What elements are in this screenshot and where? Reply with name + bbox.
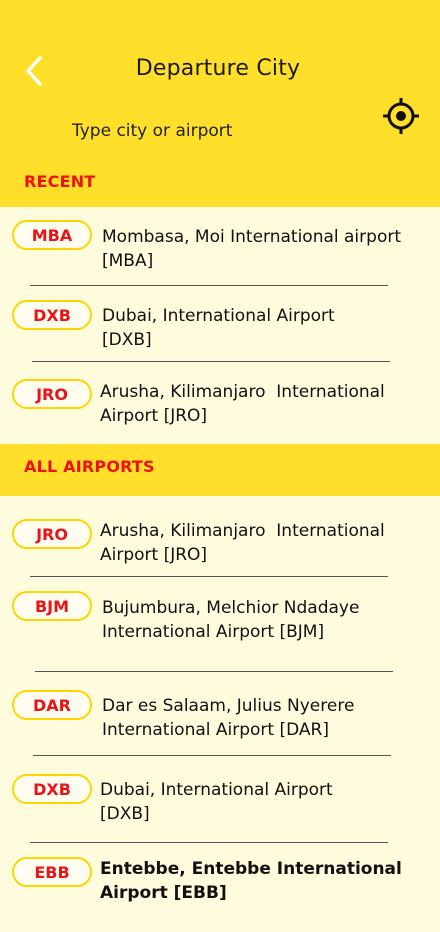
airport-name: Entebbe, Entebbe International Airport […	[100, 859, 402, 903]
airport-item-bjm[interactable]: BJM Bujumbura, Melchior Ndadaye Internat…	[0, 591, 440, 651]
airport-item-dxb[interactable]: DXB Dubai, International Airport [DXB]	[0, 774, 440, 829]
airport-name: Arusha, Kilimanjaro International Airpor…	[100, 521, 385, 565]
airport-item-jro[interactable]: JRO Arusha, Kilimanjaro International Ai…	[0, 519, 440, 573]
divider	[30, 842, 388, 843]
divider	[35, 671, 393, 672]
divider	[30, 576, 388, 577]
airport-code-badge: JRO	[12, 379, 92, 409]
divider	[32, 361, 390, 362]
recent-item-dxb[interactable]: DXB Dubai, International Airport [DXB]	[0, 300, 440, 355]
airport-item-ebb[interactable]: EBB Entebbe, Entebbe International Airpo…	[0, 857, 440, 912]
page-title: Departure City	[135, 56, 301, 81]
airport-code-badge: JRO	[12, 519, 92, 549]
airport-name: Mombasa, Moi International airport [MBA]	[102, 227, 401, 271]
airport-name: Dar es Salaam, Julius Nyerere Internatio…	[102, 696, 355, 740]
airport-code-badge: BJM	[12, 591, 92, 621]
airport-code-badge: MBA	[12, 220, 92, 250]
crosshair-locate-icon	[383, 98, 419, 134]
recent-item-mba[interactable]: MBA Mombasa, Moi International airport […	[0, 220, 440, 278]
recent-item-jro[interactable]: JRO Arusha, Kilimanjaro International Ai…	[0, 379, 440, 434]
airport-code-badge: DXB	[12, 774, 92, 804]
airport-name: Dubai, International Airport [DXB]	[102, 306, 335, 350]
airport-code-badge: EBB	[12, 857, 92, 887]
airport-code-badge: DXB	[12, 300, 92, 330]
divider	[30, 285, 388, 286]
airport-name: Arusha, Kilimanjaro International Airpor…	[100, 382, 385, 426]
search-input[interactable]	[70, 115, 362, 147]
airport-item-dar[interactable]: DAR Dar es Salaam, Julius Nyerere Intern…	[0, 690, 440, 745]
airport-name: Dubai, International Airport [DXB]	[100, 780, 333, 824]
divider	[33, 755, 391, 756]
airport-name: Bujumbura, Melchior Ndadaye Internationa…	[102, 598, 360, 642]
locate-button[interactable]	[380, 95, 422, 137]
section-label-recent: RECENT	[24, 172, 96, 191]
section-label-all-airports: ALL AIRPORTS	[24, 457, 155, 476]
airport-code-badge: DAR	[12, 690, 92, 720]
